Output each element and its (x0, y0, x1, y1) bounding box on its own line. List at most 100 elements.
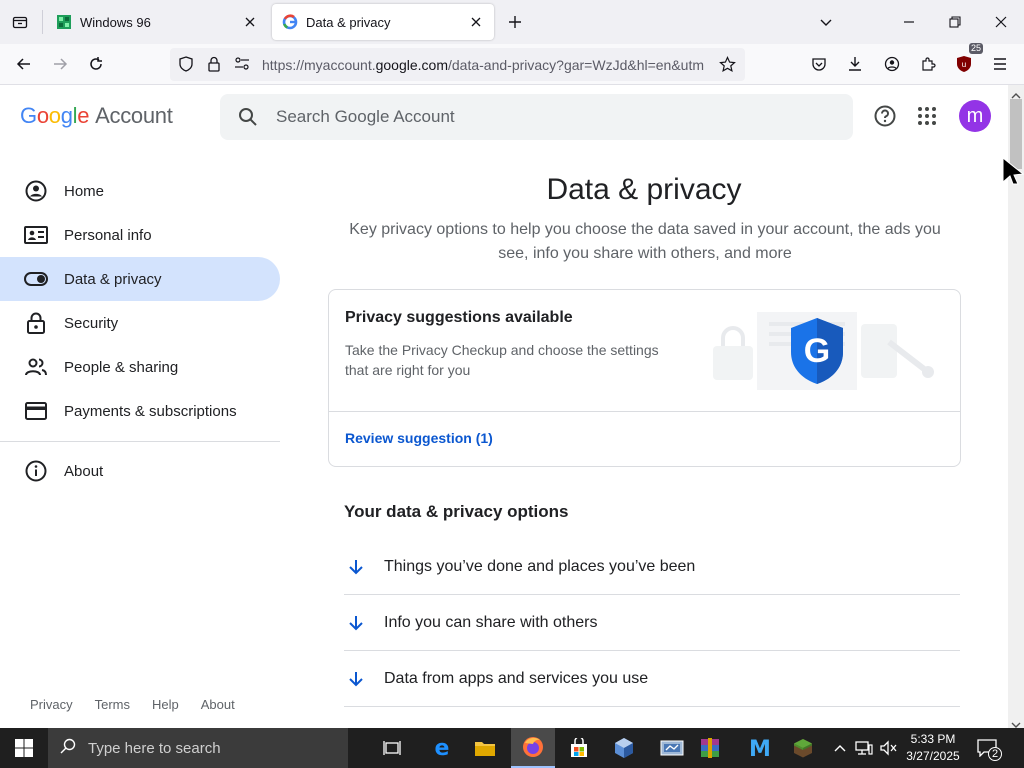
sidebar-item-label: Security (64, 314, 119, 332)
footer-links: Privacy Terms Help About (30, 697, 257, 712)
option-label: Things you’ve done and places you’ve bee… (384, 557, 696, 575)
bookmark-star-icon[interactable] (719, 56, 736, 78)
account-wordmark: Account (95, 103, 173, 128)
url-path: /data-and-privacy?gar=WzJd&hl=en&utm (448, 57, 705, 73)
option-activity-places[interactable]: Things you’ve done and places you’ve bee… (344, 539, 960, 595)
clock-time: 5:33 PM (910, 732, 956, 746)
section-title: Your data & privacy options (344, 502, 569, 521)
sidebar-item-label: About (64, 462, 104, 480)
network-icon[interactable] (852, 728, 876, 768)
sidebar-item-personal-info[interactable]: Personal info (0, 213, 280, 257)
sidebar-item-label: Home (64, 182, 105, 200)
close-window-icon[interactable] (987, 8, 1015, 36)
main-content: Data & privacy Key privacy options to he… (280, 147, 1008, 728)
restore-icon[interactable] (941, 8, 969, 36)
home-icon (24, 179, 48, 203)
card-title: Privacy suggestions available (345, 309, 573, 326)
arrow-down-icon (344, 555, 368, 579)
extensions-icon[interactable] (914, 50, 942, 78)
forward-arrow-icon[interactable] (46, 50, 74, 78)
taskbar-search-placeholder: Type here to search (88, 739, 221, 757)
url-text[interactable]: https://myaccount.google.com/data-and-pr… (262, 57, 712, 73)
help-icon[interactable] (871, 102, 899, 130)
extension-badge: 25 (968, 43, 983, 54)
malwarebytes-icon[interactable]: M (738, 728, 782, 768)
footer-link-terms[interactable]: Terms (95, 697, 130, 712)
sidebar-item-payments[interactable]: Payments & subscriptions (0, 389, 280, 433)
privacy-checkup-shield-icon: G (713, 302, 945, 402)
firefox-icon[interactable] (511, 728, 555, 768)
page-title: Data & privacy (546, 173, 742, 206)
minecraft-icon[interactable] (781, 728, 825, 768)
apps-grid-icon[interactable] (913, 102, 941, 130)
account-icon[interactable] (878, 50, 906, 78)
tab-list-icon[interactable] (8, 10, 32, 34)
reload-icon[interactable] (82, 50, 110, 78)
ublock-origin-icon[interactable]: u 25 (950, 43, 983, 78)
search-box[interactable] (220, 94, 853, 140)
lock-icon (24, 311, 48, 335)
windows-start-icon[interactable] (0, 728, 48, 768)
taskbar-clock[interactable]: 5:33 PM 3/27/2025 (900, 731, 966, 765)
task-view-icon[interactable] (370, 728, 414, 768)
sidebar-item-people-sharing[interactable]: People & sharing (0, 345, 280, 389)
clock-date: 3/27/2025 (906, 749, 960, 763)
volume-muted-icon[interactable] (877, 728, 899, 768)
sidebar-item-label: People & sharing (64, 358, 179, 376)
footer-link-privacy[interactable]: Privacy (30, 697, 73, 712)
option-apps-data[interactable]: Data from apps and services you use (344, 651, 960, 707)
notifications-icon[interactable]: 2 (972, 728, 1002, 768)
sidebar-item-label: Payments & subscriptions (64, 402, 237, 420)
tab-data-privacy[interactable]: Data & privacy (272, 4, 494, 40)
edge-browser-icon[interactable]: e (420, 728, 464, 768)
notification-count: 2 (988, 747, 1002, 761)
people-icon (24, 355, 48, 379)
avatar[interactable]: m (959, 100, 991, 132)
svg-text:e: e (435, 737, 450, 759)
tab-title: Windows 96 (80, 14, 151, 30)
browser-nav-bar: https://myaccount.google.com/data-and-pr… (0, 43, 1024, 85)
sidebar-item-security[interactable]: Security (0, 301, 280, 345)
url-prefix: https://myaccount. (262, 57, 376, 73)
address-bar[interactable]: https://myaccount.google.com/data-and-pr… (170, 48, 745, 81)
tab-windows-96[interactable]: Windows 96 (46, 4, 268, 40)
permissions-icon[interactable] (234, 57, 250, 76)
footer-link-about[interactable]: About (201, 697, 235, 712)
tab-separator (42, 10, 43, 34)
svg-text:G: G (804, 332, 830, 370)
sidebar-item-data-privacy[interactable]: Data & privacy (0, 257, 280, 301)
hamburger-menu-icon[interactable] (986, 50, 1014, 78)
svg-text:u: u (962, 60, 966, 69)
card-description: Take the Privacy Checkup and choose the … (345, 342, 659, 378)
taskbar-search-box[interactable]: Type here to search (48, 728, 348, 768)
lock-icon[interactable] (207, 56, 221, 77)
footer-link-help[interactable]: Help (152, 697, 179, 712)
microsoft-store-icon[interactable] (557, 728, 601, 768)
back-arrow-icon[interactable] (10, 50, 38, 78)
minimize-icon[interactable] (895, 8, 923, 36)
sidebar-item-about[interactable]: About (0, 449, 280, 493)
search-icon[interactable] (236, 105, 260, 129)
downloads-icon[interactable] (841, 50, 869, 78)
tracking-shield-icon[interactable] (178, 56, 194, 77)
credit-card-icon (24, 399, 48, 423)
review-suggestion-link[interactable]: Review suggestion (1) (345, 430, 493, 446)
close-tab-icon[interactable] (242, 14, 258, 30)
show-hidden-icons-chevron-icon[interactable] (830, 728, 850, 768)
search-icon (60, 738, 76, 759)
sidebar-item-home[interactable]: Home (0, 169, 280, 213)
file-explorer-icon[interactable] (463, 728, 507, 768)
sidebar-item-label: Data & privacy (64, 270, 162, 288)
pocket-icon[interactable] (805, 50, 833, 78)
browser-tab-bar: Windows 96 Data & privacy (0, 0, 1024, 44)
new-tab-icon[interactable] (503, 10, 527, 34)
close-tab-icon[interactable] (468, 14, 484, 30)
list-all-tabs-chevron-icon[interactable] (812, 8, 840, 36)
virtualbox-icon[interactable] (602, 728, 646, 768)
google-account-logo[interactable]: Google Account (20, 103, 173, 129)
winrar-icon[interactable] (688, 728, 732, 768)
option-info-share[interactable]: Info you can share with others (344, 595, 960, 651)
search-input[interactable] (276, 94, 836, 140)
toggle-icon (24, 267, 48, 291)
sidebar-divider (0, 441, 280, 442)
